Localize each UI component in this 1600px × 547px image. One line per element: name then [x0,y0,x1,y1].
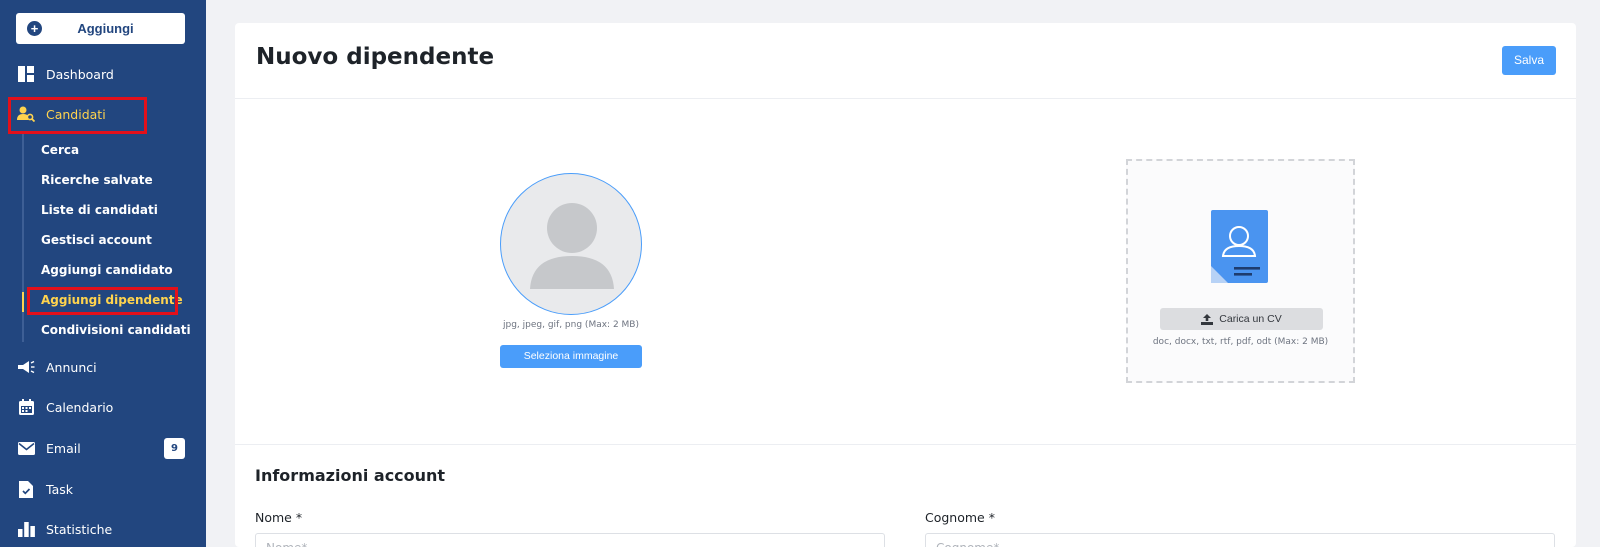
sidebar: + Aggiungi Dashboard Candidati Cerca Ric… [0,0,206,547]
submenu-track [22,134,24,342]
submenu-item-aggiungi-candidato[interactable]: Aggiungi candidato [41,260,173,280]
submenu-item-ricerche-salvate[interactable]: Ricerche salvate [41,170,153,190]
avatar-placeholder[interactable] [500,173,642,315]
megaphone-icon [17,358,35,376]
bar-chart-icon [17,520,35,538]
task-icon [17,480,35,498]
mail-icon [17,439,35,457]
calendar-icon [17,398,35,416]
sidebar-item-email[interactable]: Email 9 [0,433,206,463]
cv-document-icon [1211,210,1268,283]
sidebar-item-label: Task [46,481,73,497]
upload-cv-button[interactable]: Carica un CV [1160,308,1323,330]
sidebar-item-candidati[interactable]: Candidati [0,99,206,129]
submenu-item-cerca[interactable]: Cerca [41,140,79,160]
cv-format-hint: doc, docx, txt, rtf, pdf, odt (Max: 2 MB… [1152,337,1329,347]
plus-icon: + [27,21,42,36]
add-button[interactable]: + Aggiungi [16,13,185,44]
submenu-item-condivisioni-candidati[interactable]: Condivisioni candidati [41,320,191,340]
user-search-icon [17,105,35,123]
nome-label: Nome * [255,510,303,525]
upload-cv-label: Carica un CV [1219,313,1282,325]
user-silhouette-icon [530,203,614,289]
select-image-button[interactable]: Seleziona immagine [500,345,642,368]
sidebar-item-label: Email [46,440,81,456]
section-title-account: Informazioni account [255,466,446,485]
image-format-hint: jpg, jpeg, gif, png (Max: 2 MB) [503,320,639,330]
sidebar-item-annunci[interactable]: Annunci [0,352,206,382]
page-title: Nuovo dipendente [256,44,495,70]
cognome-input[interactable] [925,533,1555,547]
submenu-item-gestisci-account[interactable]: Gestisci account [41,230,152,250]
sidebar-item-label: Annunci [46,359,97,375]
dashboard-icon [17,65,35,83]
nome-input[interactable] [255,533,885,547]
sidebar-item-label: Candidati [46,106,106,122]
cv-dropzone[interactable]: Carica un CV doc, docx, txt, rtf, pdf, o… [1126,159,1355,383]
cognome-label: Cognome * [925,510,995,525]
sidebar-item-dashboard[interactable]: Dashboard [0,59,206,89]
email-count-badge: 9 [164,437,185,459]
sidebar-item-label: Statistiche [46,521,113,537]
sidebar-item-label: Dashboard [46,66,114,82]
submenu-item-aggiungi-dipendente[interactable]: Aggiungi dipendente [41,290,183,310]
save-button[interactable]: Salva [1502,46,1556,75]
submenu-active-marker [22,292,24,312]
submenu-item-liste-candidati[interactable]: Liste di candidati [41,200,158,220]
sidebar-item-label: Calendario [46,399,114,415]
card-header: Nuovo dipendente Salva [235,23,1576,99]
sidebar-item-statistiche[interactable]: Statistiche [0,514,206,544]
sidebar-item-task[interactable]: Task [0,474,206,504]
sidebar-item-calendario[interactable]: Calendario [0,392,206,422]
section-divider [235,444,1576,445]
upload-icon [1201,313,1214,325]
